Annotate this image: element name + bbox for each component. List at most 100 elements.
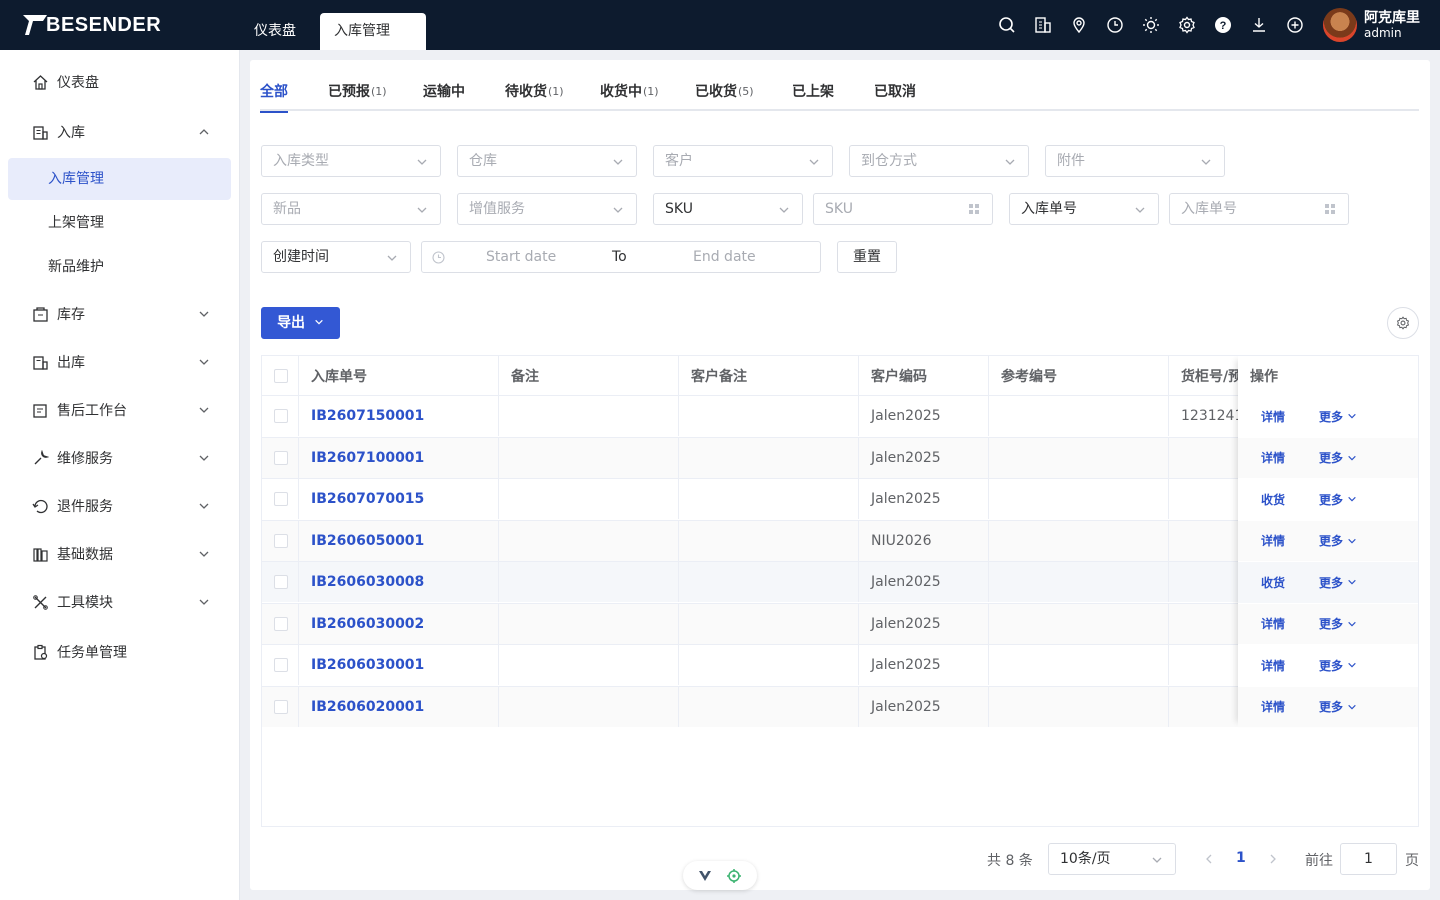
more-dropdown[interactable]: 更多 xyxy=(1319,532,1357,549)
order-no-cell[interactable]: IB2607100001 xyxy=(299,437,499,478)
more-dropdown[interactable]: 更多 xyxy=(1319,574,1357,591)
order-no-cell[interactable]: IB2606030008 xyxy=(299,562,499,602)
detail-link[interactable]: 详情 xyxy=(1261,657,1285,674)
download-icon[interactable] xyxy=(1249,15,1269,35)
sidebar-item-tasks[interactable]: 任务单管理 xyxy=(0,628,240,676)
sku-input[interactable]: SKU xyxy=(813,193,993,225)
start-date-input[interactable]: Start date xyxy=(486,242,556,272)
order-no-link[interactable]: IB2606030008 xyxy=(311,574,424,590)
more-dropdown[interactable]: 更多 xyxy=(1319,698,1357,715)
order-no-link[interactable]: IB2607100001 xyxy=(311,450,424,466)
row-checkbox[interactable] xyxy=(274,699,288,714)
order-no-cell[interactable]: IB2606050001 xyxy=(299,520,499,561)
sidebar-item-outbound[interactable]: 出库 xyxy=(0,338,240,386)
current-page[interactable]: 1 xyxy=(1236,850,1246,866)
sidebar-item-basic-data[interactable]: 基础数据 xyxy=(0,530,240,578)
attachment-select[interactable]: 附件 xyxy=(1045,145,1225,177)
tab-received[interactable]: 已收货(5) xyxy=(695,81,754,111)
order-no-link[interactable]: IB2607070015 xyxy=(311,491,424,507)
order-no-cell[interactable]: IB2606020001 xyxy=(299,686,499,727)
more-dropdown[interactable]: 更多 xyxy=(1319,408,1357,425)
tab-all[interactable]: 全部 xyxy=(260,81,288,113)
order-no-link[interactable]: IB2607150001 xyxy=(311,408,424,424)
sidebar-item-return[interactable]: 退件服务 xyxy=(0,482,240,530)
row-checkbox[interactable] xyxy=(274,658,288,672)
sidebar-item-aftersale[interactable]: 售后工作台 xyxy=(0,386,240,434)
tab-inbound-management[interactable]: 入库管理× xyxy=(320,13,426,75)
receive-link[interactable]: 收货 xyxy=(1261,491,1285,508)
page-size-select[interactable]: 10条/页 xyxy=(1048,843,1176,875)
more-dropdown[interactable]: 更多 xyxy=(1319,491,1357,508)
tab-cancelled[interactable]: 已取消 xyxy=(874,81,916,111)
grid-icon[interactable] xyxy=(1324,203,1336,215)
row-checkbox[interactable] xyxy=(274,450,288,465)
select-all-checkbox[interactable] xyxy=(274,368,288,383)
next-page-icon[interactable] xyxy=(1267,853,1279,865)
tab-shelved[interactable]: 已上架 xyxy=(792,81,834,111)
order-no-type-select[interactable]: 入库单号 xyxy=(1009,193,1159,225)
user-profile[interactable]: 阿克库里 admin xyxy=(1323,8,1420,42)
location-icon[interactable] xyxy=(1069,15,1089,35)
gear-icon[interactable] xyxy=(1177,15,1197,35)
detail-link[interactable]: 详情 xyxy=(1261,408,1285,425)
building-icon[interactable] xyxy=(1033,15,1053,35)
order-no-link[interactable]: IB2606050001 xyxy=(311,533,424,549)
prev-page-icon[interactable] xyxy=(1203,853,1215,865)
time-type-select[interactable]: 创建时间 xyxy=(261,241,411,273)
tab-receiving[interactable]: 收货中(1) xyxy=(600,81,659,111)
new-product-select[interactable]: 新品 xyxy=(261,193,441,225)
more-dropdown[interactable]: 更多 xyxy=(1319,657,1357,674)
row-checkbox[interactable] xyxy=(274,492,288,506)
tab-dashboard[interactable]: 仪表盘 xyxy=(240,13,310,50)
help-icon[interactable]: ? xyxy=(1213,15,1233,35)
sidebar-item-tools[interactable]: 工具模块 xyxy=(0,578,240,626)
row-checkbox[interactable] xyxy=(274,409,288,423)
value-added-select[interactable]: 增值服务 xyxy=(457,193,637,225)
sidebar-item-new-product[interactable]: 新品维护 xyxy=(8,246,231,288)
search-icon[interactable] xyxy=(997,15,1017,35)
detail-link[interactable]: 详情 xyxy=(1261,449,1285,466)
target-icon[interactable] xyxy=(726,868,742,884)
detail-link[interactable]: 详情 xyxy=(1261,615,1285,632)
row-checkbox[interactable] xyxy=(274,575,288,589)
goto-page-input[interactable]: 1 xyxy=(1340,843,1397,875)
clock-icon[interactable] xyxy=(1105,15,1125,35)
order-no-input[interactable]: 入库单号 xyxy=(1169,193,1349,225)
tab-forecasted[interactable]: 已预报(1) xyxy=(328,81,387,111)
tab-in-transit[interactable]: 运输中 xyxy=(423,81,465,111)
detail-link[interactable]: 详情 xyxy=(1261,698,1285,715)
arrival-method-select[interactable]: 到仓方式 xyxy=(849,145,1029,177)
inbound-type-select[interactable]: 入库类型 xyxy=(261,145,441,177)
warehouse-select[interactable]: 仓库 xyxy=(457,145,637,177)
sidebar-item-dashboard[interactable]: 仪表盘 xyxy=(0,58,240,106)
tab-pending-receipt[interactable]: 待收货(1) xyxy=(505,81,564,111)
sun-icon[interactable] xyxy=(1141,15,1161,35)
receive-link[interactable]: 收货 xyxy=(1261,574,1285,591)
plus-circle-icon[interactable] xyxy=(1285,15,1305,35)
sidebar-item-inventory[interactable]: 库存 xyxy=(0,290,240,338)
sidebar-item-inbound[interactable]: 入库 xyxy=(0,108,240,156)
sidebar-item-putaway[interactable]: 上架管理 xyxy=(8,202,231,244)
row-checkbox[interactable] xyxy=(274,616,288,631)
grid-icon[interactable] xyxy=(968,203,980,215)
end-date-input[interactable]: End date xyxy=(693,242,756,272)
export-button[interactable]: 导出 xyxy=(261,307,340,339)
date-range-picker[interactable]: Start date To End date xyxy=(421,241,821,273)
vue-icon[interactable] xyxy=(698,869,712,883)
more-dropdown[interactable]: 更多 xyxy=(1319,449,1357,466)
order-no-link[interactable]: IB2606030002 xyxy=(311,616,424,632)
more-dropdown[interactable]: 更多 xyxy=(1319,615,1357,632)
order-no-link[interactable]: IB2606030001 xyxy=(311,657,424,673)
row-checkbox[interactable] xyxy=(274,533,288,548)
reset-button[interactable]: 重置 xyxy=(837,241,897,273)
order-no-cell[interactable]: IB2606030001 xyxy=(299,645,499,685)
order-no-cell[interactable]: IB2607150001 xyxy=(299,396,499,436)
sku-type-select[interactable]: SKU xyxy=(653,193,803,225)
order-no-cell[interactable]: IB2606030002 xyxy=(299,603,499,644)
sidebar-item-inbound-management[interactable]: 入库管理 xyxy=(8,158,231,200)
customer-select[interactable]: 客户 xyxy=(653,145,833,177)
logo[interactable]: BESENDER xyxy=(22,12,161,38)
detail-link[interactable]: 详情 xyxy=(1261,532,1285,549)
sidebar-item-repair[interactable]: 维修服务 xyxy=(0,434,240,482)
order-no-cell[interactable]: IB2607070015 xyxy=(299,479,499,519)
